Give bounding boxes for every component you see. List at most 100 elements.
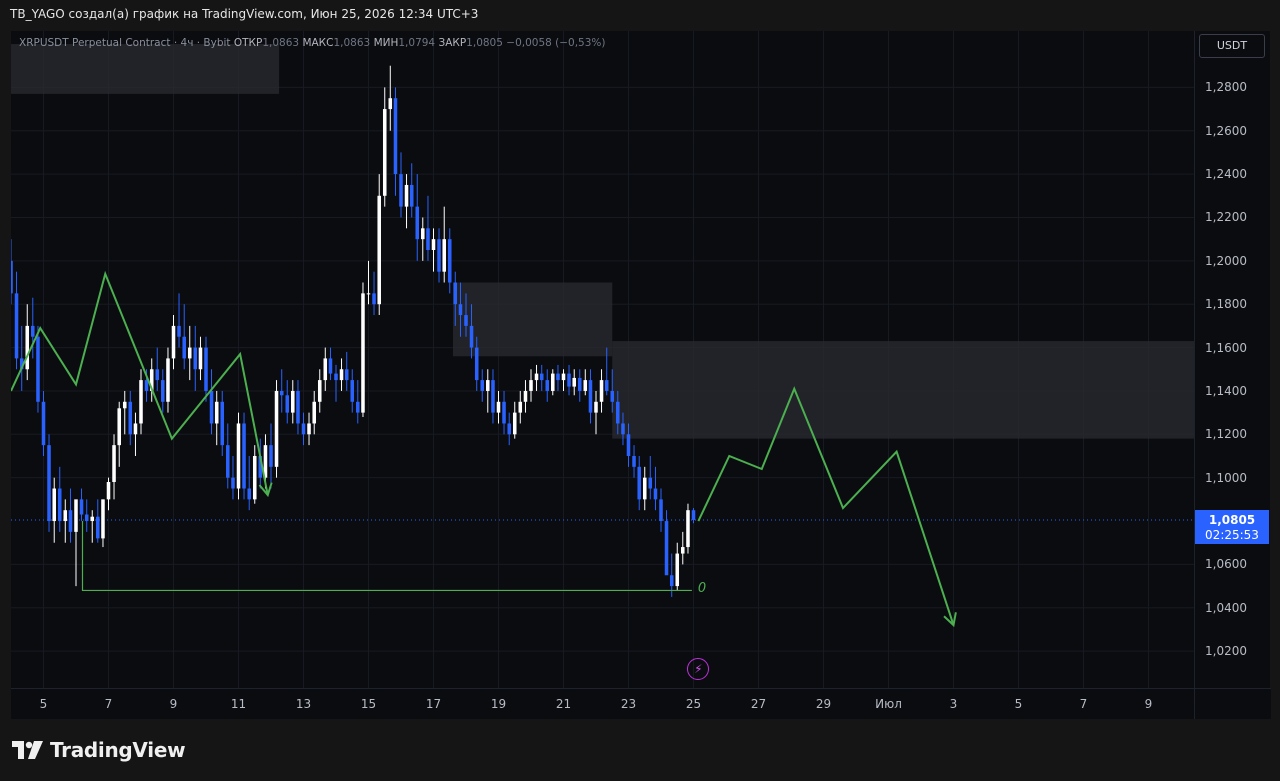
last-price-value: 1,0805 xyxy=(1208,512,1256,527)
price-tick-label: 1,0400 xyxy=(1205,600,1247,615)
candle-body xyxy=(291,390,295,413)
time-tick-label: 21 xyxy=(555,697,572,711)
candle-body xyxy=(621,423,625,435)
candle-body xyxy=(242,423,246,489)
candle-body xyxy=(47,445,51,522)
candle-body xyxy=(431,239,436,250)
candle-body xyxy=(583,380,588,391)
candle-body xyxy=(226,445,230,478)
candle-body xyxy=(653,488,658,500)
chart-legend: XRPUSDT Perpetual Contract · 4ч · Bybit … xyxy=(19,37,606,49)
price-tick-label: 1,2400 xyxy=(1205,167,1247,182)
candle-body xyxy=(523,390,528,402)
candle-body xyxy=(356,401,360,413)
candle-body xyxy=(464,315,468,326)
tradingview-logo-icon xyxy=(12,741,43,759)
tradingview-logo[interactable]: TradingView xyxy=(12,738,186,762)
time-axis[interactable]: 5 7 9 11 13 15 17 19 21 23 25 27 29 Июл 3 5 7 9 xyxy=(11,688,1194,719)
candle-body xyxy=(220,401,225,446)
candle-body xyxy=(328,358,333,374)
price-tick-label: 1,1400 xyxy=(1205,383,1247,398)
candle-body xyxy=(382,109,387,196)
candle-body xyxy=(144,380,149,391)
candle-body xyxy=(96,516,100,539)
price-tick-label: 1,1200 xyxy=(1205,427,1247,442)
candle-body xyxy=(269,445,273,467)
support-zero-label: 0 xyxy=(697,581,707,597)
legend-change-value: −0,0058 (−0,53%) xyxy=(506,37,606,49)
currency-button[interactable]: USDT xyxy=(1199,34,1265,58)
candle-body xyxy=(339,369,344,381)
candle-body xyxy=(616,401,620,424)
candle-body xyxy=(361,293,365,413)
candle-body xyxy=(334,373,338,381)
candle-body xyxy=(480,380,485,391)
legend-low-label: МИН xyxy=(373,37,399,49)
candle-body xyxy=(139,380,143,424)
candle-body xyxy=(561,373,566,381)
candle-body xyxy=(399,174,403,207)
brand-name: TradingView xyxy=(50,738,186,762)
candle-body xyxy=(545,380,550,391)
candle-body xyxy=(556,373,560,381)
candle-body xyxy=(128,401,133,435)
legend-close-label: ЗАКР xyxy=(438,37,467,49)
candle-body xyxy=(68,510,73,532)
candle-body xyxy=(637,466,641,500)
candle-body xyxy=(442,239,446,272)
candle-body xyxy=(350,380,355,402)
candle-body xyxy=(588,380,593,413)
candle-body xyxy=(214,401,219,424)
price-tick-label: 1,0600 xyxy=(1205,557,1247,572)
candle-body xyxy=(567,373,571,387)
price-tick-label: 1,2200 xyxy=(1205,210,1247,225)
time-tick-label: 17 xyxy=(425,697,442,711)
price-axis[interactable]: USDT 1,2800 1,2600 1,2400 1,2200 1,2000 1,180… xyxy=(1194,31,1270,688)
legend-open-value: 1,0863 xyxy=(262,37,300,49)
candle-body xyxy=(187,347,192,359)
candle-body xyxy=(572,377,576,387)
candle-body xyxy=(409,184,414,207)
price-tick-label: 1,2000 xyxy=(1205,253,1247,268)
candle-body xyxy=(491,380,495,413)
time-tick-label: 9 xyxy=(1144,697,1153,711)
candle-body xyxy=(415,206,420,240)
candle-body xyxy=(193,347,198,370)
legend-symbol[interactable]: XRPUSDT Perpetual Contract · 4ч · Bybit xyxy=(19,37,231,49)
candle-body xyxy=(252,455,257,500)
chart-author-title: TB_YAGO создал(а) график на TradingView.… xyxy=(10,7,479,21)
candle-body xyxy=(279,390,284,396)
candle-body xyxy=(447,239,452,283)
time-tick-label: 13 xyxy=(295,697,312,711)
candle-body xyxy=(599,380,604,402)
candle-body xyxy=(529,380,533,391)
candlestick-chart[interactable] xyxy=(11,31,1194,688)
candle-body xyxy=(307,423,311,435)
time-tick-label: 3 xyxy=(949,697,958,711)
candle-body xyxy=(171,325,176,359)
legend-high-label: МАКС xyxy=(302,37,334,49)
candle-body xyxy=(101,499,105,539)
candle-body xyxy=(372,293,376,305)
candle-body xyxy=(469,325,474,348)
candle-body xyxy=(161,380,165,402)
candle-body xyxy=(177,325,181,337)
time-tick-label: Июл xyxy=(875,697,902,711)
candle-body xyxy=(166,358,170,402)
candle-body xyxy=(74,499,78,532)
price-tick-label: 1,1800 xyxy=(1205,297,1247,312)
candle-body xyxy=(122,401,127,409)
candle-body xyxy=(453,282,458,305)
candle-body xyxy=(79,499,84,515)
candle-body xyxy=(604,380,609,391)
candle-body xyxy=(437,239,441,272)
candle-body xyxy=(301,423,306,435)
candle-body xyxy=(204,347,208,391)
supply-zone-1 xyxy=(11,44,280,94)
candle-body xyxy=(648,477,653,489)
candle-body xyxy=(626,434,631,456)
candle-body xyxy=(296,390,300,424)
chart-plot-area[interactable]: XRPUSDT Perpetual Contract · 4ч · Bybit … xyxy=(11,31,1194,688)
candle-body xyxy=(285,395,290,413)
time-tick-label: 29 xyxy=(815,697,832,711)
